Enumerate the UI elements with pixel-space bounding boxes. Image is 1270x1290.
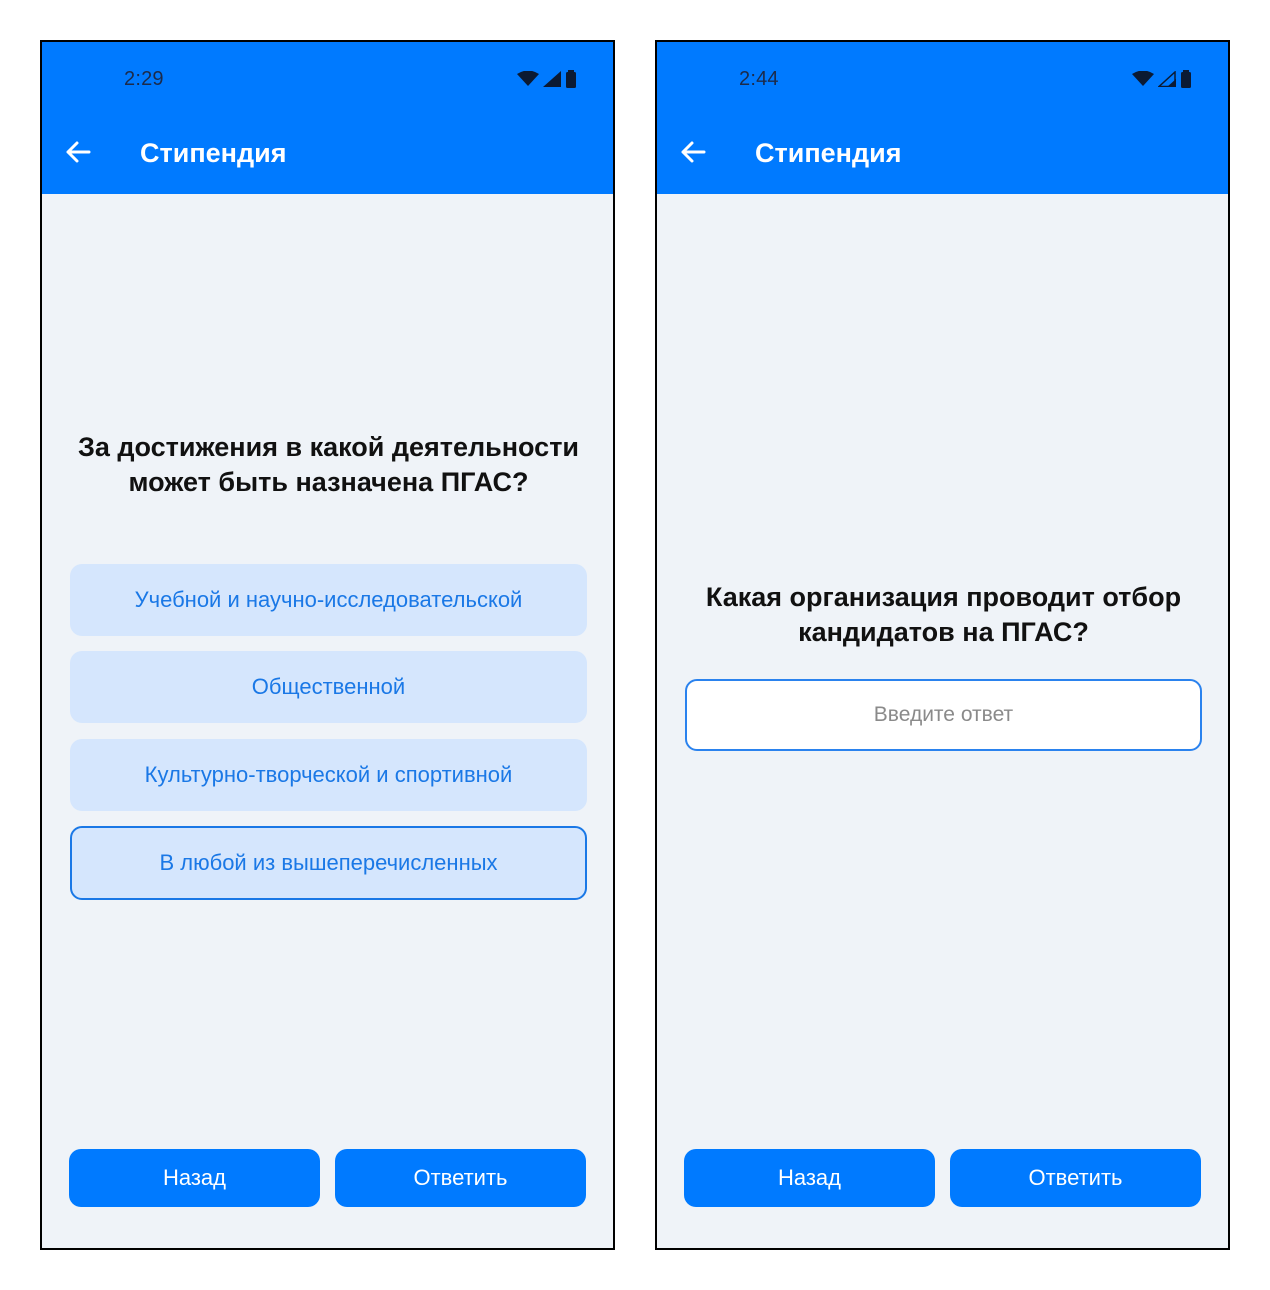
- answer-option[interactable]: Культурно-творческой и спортивной: [70, 739, 587, 811]
- arrow-left-icon[interactable]: [679, 138, 707, 166]
- back-button[interactable]: Назад: [69, 1149, 320, 1207]
- signal-icon: [543, 71, 561, 87]
- submit-button[interactable]: Ответить: [335, 1149, 586, 1207]
- answer-option[interactable]: Учебной и научно-исследовательской: [70, 564, 587, 636]
- app-bar-title: Стипендия: [140, 138, 287, 168]
- battery-icon: [566, 70, 576, 88]
- app-bar: 2:29 Стипендия: [42, 42, 613, 194]
- wifi-icon: [1132, 71, 1154, 86]
- question-text: За достижения в какой деятельности может…: [77, 432, 580, 497]
- wifi-icon: [517, 71, 539, 86]
- answer-option-label: Культурно-творческой и спортивной: [144, 762, 513, 787]
- app-bar: 2:44 Стипендия: [657, 42, 1228, 194]
- answer-input[interactable]: [685, 679, 1202, 751]
- app-bar-title: Стипендия: [755, 138, 902, 168]
- answer-option-label: В любой из вышеперечисленных: [159, 850, 498, 875]
- answer-option-label: Учебной и научно-исследовательской: [134, 587, 523, 612]
- status-time: 2:29: [124, 68, 164, 90]
- status-icons: [1132, 70, 1192, 88]
- back-button[interactable]: Назад: [684, 1149, 935, 1207]
- battery-icon: [1181, 70, 1191, 88]
- phone-screen-quiz-choice: 2:29 Стипендия За достижения в какой дея…: [40, 40, 615, 1250]
- status-icons: [517, 70, 577, 88]
- answer-option-label: Общественной: [251, 674, 406, 699]
- answer-option[interactable]: Общественной: [70, 651, 587, 723]
- signal-icon: [1158, 71, 1176, 87]
- submit-button[interactable]: Ответить: [950, 1149, 1201, 1207]
- question-text: Какая организация проводит отбор кандида…: [705, 582, 1182, 647]
- arrow-left-icon[interactable]: [64, 138, 92, 166]
- answer-option-selected[interactable]: В любой из вышеперечисленных: [70, 826, 587, 900]
- status-time: 2:44: [739, 68, 779, 90]
- phone-screen-quiz-text: 2:44 Стипендия Какая организация проводи…: [655, 40, 1230, 1250]
